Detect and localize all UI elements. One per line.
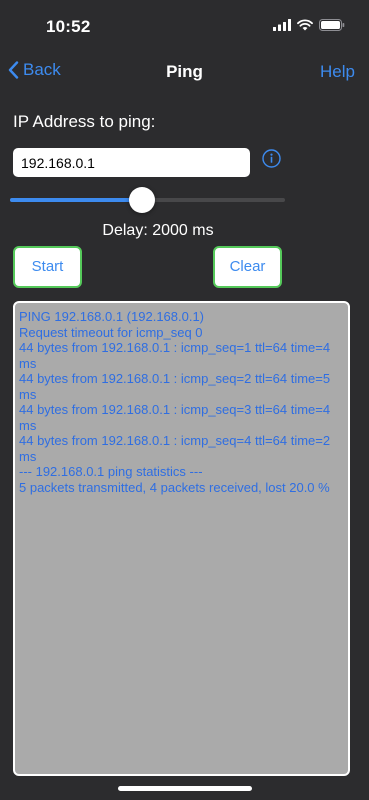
status-time: 10:52 bbox=[46, 17, 91, 36]
output-line: 5 packets transmitted, 4 packets receive… bbox=[19, 479, 330, 495]
output-line: 44 bytes from 192.168.0.1 : icmp_seq=2 t… bbox=[19, 371, 331, 402]
help-button[interactable]: Help bbox=[320, 62, 355, 82]
output-line: 44 bytes from 192.168.0.1 : icmp_seq=1 t… bbox=[19, 340, 331, 371]
ping-screen: 10:52 Back Ping Help IP Address to ping:… bbox=[0, 0, 369, 800]
ping-output[interactable]: PING 192.168.0.1 (192.168.0.1) Request ti… bbox=[13, 301, 350, 776]
output-line: 44 bytes from 192.168.0.1 : icmp_seq=3 t… bbox=[19, 402, 331, 433]
output-line: --- 192.168.0.1 ping statistics --- bbox=[19, 464, 203, 479]
ip-address-label: IP Address to ping: bbox=[13, 112, 156, 131]
clear-button[interactable]: Clear bbox=[213, 246, 282, 288]
ip-address-input[interactable] bbox=[13, 148, 250, 177]
cellular-signal-icon bbox=[273, 19, 291, 31]
output-line: PING 192.168.0.1 (192.168.0.1) bbox=[19, 309, 205, 324]
slider-thumb[interactable] bbox=[129, 187, 155, 213]
info-icon bbox=[262, 149, 281, 168]
status-icons bbox=[273, 19, 345, 31]
output-line: Request timeout for icmp_seq 0 bbox=[19, 324, 203, 340]
info-button[interactable] bbox=[262, 149, 281, 168]
status-bar: 10:52 bbox=[0, 0, 369, 54]
battery-icon bbox=[319, 19, 345, 31]
output-line: 44 bytes from 192.168.0.1 : icmp_seq=4 t… bbox=[19, 433, 331, 464]
wifi-icon bbox=[297, 19, 313, 31]
start-button[interactable]: Start bbox=[13, 246, 82, 288]
delay-label: Delay: 2000 ms bbox=[102, 222, 214, 239]
nav-bar: Back Ping Help bbox=[0, 54, 369, 90]
slider-fill bbox=[10, 198, 142, 202]
home-indicator bbox=[118, 786, 252, 791]
delay-slider[interactable] bbox=[10, 186, 285, 214]
page-title: Ping bbox=[166, 62, 203, 81]
